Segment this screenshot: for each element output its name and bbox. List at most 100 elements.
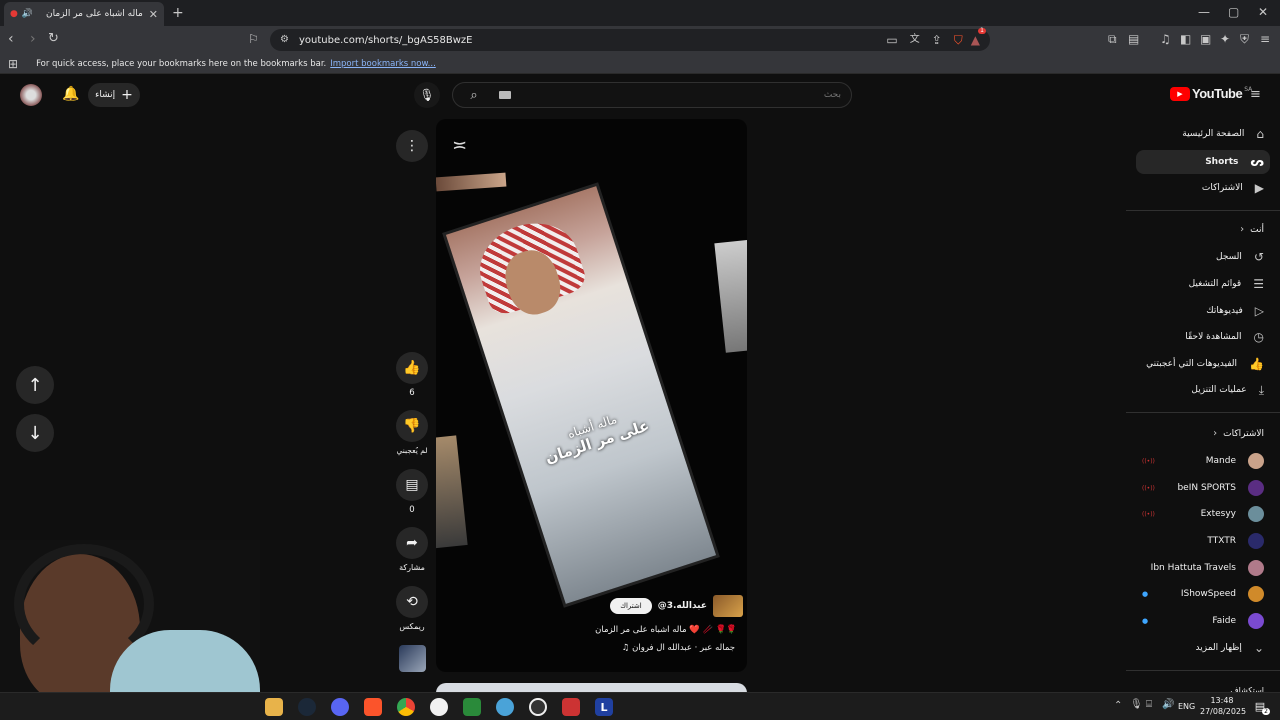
- search-box[interactable]: ⌕: [452, 82, 852, 108]
- sidebar-sub-label: Faide: [1212, 616, 1236, 626]
- more-options-button[interactable]: ⋮: [396, 130, 428, 162]
- new-tab-icon[interactable]: +: [172, 6, 184, 20]
- network-icon[interactable]: ⌸: [1146, 700, 1152, 710]
- shorts-player[interactable]: ≍ ماله أشباه على مر الزمان اشتراك @عبدال…: [436, 119, 747, 672]
- sound-thumbnail[interactable]: [399, 645, 426, 672]
- taskbar-app-obs[interactable]: [529, 698, 547, 716]
- apps-grid-icon[interactable]: ⊞: [8, 58, 18, 70]
- previous-short-button[interactable]: ↑: [16, 366, 54, 404]
- sidebar-item-downloads[interactable]: عمليات التنزيل ⤓: [1191, 378, 1264, 402]
- more-options[interactable]: ⋮: [396, 130, 428, 162]
- leo-ai-icon[interactable]: ✦: [1220, 33, 1230, 45]
- notifications-icon[interactable]: 🔔: [62, 87, 79, 101]
- vpn-icon[interactable]: ⛨: [1240, 33, 1249, 45]
- sidebar-sub-ishowspeed[interactable]: ● IShowSpeed: [1142, 582, 1264, 606]
- remix-button[interactable]: ⟲: [396, 586, 428, 618]
- input-language[interactable]: ENG: [1178, 702, 1195, 711]
- sidebar-sub-mande[interactable]: ((•)) Mande: [1142, 449, 1264, 473]
- youtube-logo[interactable]: ▶ YouTube SA: [1170, 86, 1252, 101]
- site-info-icon[interactable]: ⚙: [280, 35, 289, 45]
- comments-button[interactable]: ▤: [396, 469, 428, 501]
- create-button[interactable]: إنشاء +: [88, 83, 140, 107]
- sidebar-sub-faide[interactable]: ● Faide: [1142, 609, 1264, 633]
- sidebar-item-label: الاشتراكات: [1201, 183, 1243, 193]
- sidebar-item-home[interactable]: الصفحة الرئيسية ⌂: [1182, 122, 1264, 146]
- audio-icon[interactable]: 🔊: [22, 9, 33, 19]
- extensions-icon[interactable]: ⧉: [1108, 33, 1117, 45]
- sidebar-sub-extesyy[interactable]: ((•)) Extesyy: [1142, 502, 1264, 526]
- sidebar-item-your-videos[interactable]: فيديوهاتك ▷: [1206, 299, 1264, 323]
- taskbar-app-media[interactable]: [562, 698, 580, 716]
- taskbar-app-steam[interactable]: [298, 698, 316, 716]
- taskbar-app-browser[interactable]: [496, 698, 514, 716]
- share-icon[interactable]: ⇪: [932, 34, 942, 46]
- sidebar-sub-ttxtr[interactable]: TTXTR: [1207, 529, 1264, 553]
- sidebar-item-history[interactable]: السجل ↺: [1216, 245, 1264, 269]
- reader-icon[interactable]: ▤: [1128, 33, 1139, 45]
- sidebar-toggle-icon[interactable]: ◧: [1180, 33, 1191, 45]
- notifications-button[interactable]: ▤ 2: [1250, 697, 1270, 715]
- back-icon[interactable]: ‹: [8, 32, 14, 46]
- short-title: ماله اشباه على مر الزمان ❤️ 🥢 🌹🌹: [595, 625, 737, 635]
- taskbar-clock[interactable]: 13:48 27/08/2025: [1200, 695, 1246, 717]
- translate-icon[interactable]: 文: [910, 35, 920, 45]
- sidebar-sub-label: IShowSpeed: [1180, 589, 1236, 599]
- close-window-icon[interactable]: ✕: [1258, 6, 1268, 18]
- taskbar-app-launcher[interactable]: L: [595, 698, 613, 716]
- microphone-tray-icon[interactable]: 🎙: [1130, 700, 1143, 710]
- sound-row[interactable]: ♫ جماله عبر · عبدالله ال فروان: [622, 643, 735, 653]
- sidebar-item-shorts[interactable]: Shorts ᔕ: [1205, 150, 1264, 174]
- arrow-down-icon: ↓: [27, 422, 43, 444]
- brave-rewards-icon[interactable]: ▲ 1: [971, 28, 986, 46]
- minimize-icon[interactable]: —: [1198, 6, 1210, 18]
- sidebar-item-subscriptions[interactable]: الاشتراكات ▶: [1202, 176, 1264, 200]
- sidebar-sub-bein-sports[interactable]: ((•)) beIN SPORTS: [1142, 476, 1264, 500]
- sidebar-sub-label: Ibn Hattuta Travels: [1150, 563, 1236, 573]
- close-tab-icon[interactable]: ✕: [149, 9, 158, 20]
- like-button[interactable]: 👍: [396, 352, 428, 384]
- subscribe-button[interactable]: اشتراك: [610, 598, 652, 614]
- taskbar-app-game[interactable]: [463, 698, 481, 716]
- sidebar-section-subscriptions[interactable]: › الاشتراكات: [1213, 422, 1264, 446]
- taskbar-app-discord[interactable]: [331, 698, 349, 716]
- restore-icon[interactable]: ▢: [1228, 6, 1239, 18]
- wallet-icon[interactable]: ▣: [1200, 33, 1211, 45]
- reload-icon[interactable]: ↻: [48, 32, 59, 45]
- search-input[interactable]: [511, 90, 851, 100]
- browser-tab[interactable]: ● 🔊 ماله اشباه على مر الزمان ✕: [4, 2, 164, 26]
- forward-icon[interactable]: ›: [30, 32, 36, 46]
- search-icon[interactable]: ⌕: [465, 89, 483, 102]
- bookmark-page-icon[interactable]: ⚐: [248, 33, 259, 45]
- sidebar-item-liked[interactable]: الفيديوهات التي أعجبتني 👍: [1146, 352, 1264, 376]
- music-icon[interactable]: ♫: [1160, 33, 1171, 45]
- sidebar-show-more[interactable]: إظهار المزيد ⌄: [1196, 636, 1264, 660]
- sidebar-item-watch-later[interactable]: المشاهدة لاحقًا ◷: [1185, 325, 1264, 349]
- account-avatar[interactable]: [20, 84, 42, 106]
- keyboard-icon[interactable]: [499, 91, 511, 99]
- import-bookmarks-link[interactable]: Import bookmarks now...: [330, 59, 436, 69]
- brave-shield-icon[interactable]: ⛉: [954, 34, 963, 46]
- taskbar-app-files[interactable]: [265, 698, 283, 716]
- address-bar[interactable]: ⚙ youtube.com/shorts/_bgAS58BwzE ▭ 文 ⇪ ⛉…: [270, 28, 990, 51]
- dislike-button[interactable]: 👎: [396, 410, 428, 442]
- volume-icon[interactable]: 🔊: [1162, 700, 1174, 710]
- taskbar-app-chrome[interactable]: [397, 698, 415, 716]
- sidebar-sub-ibn-hattuta[interactable]: Ibn Hattuta Travels: [1151, 556, 1264, 580]
- cast-icon[interactable]: ▭: [886, 34, 897, 46]
- sidebar-item-playlists[interactable]: قوائم التشغيل ☰: [1189, 272, 1264, 296]
- guide-sidebar: الصفحة الرئيسية ⌂ Shorts ᔕ الاشتراكات ▶ …: [1126, 118, 1280, 698]
- channel-avatar[interactable]: [713, 595, 743, 617]
- browser-toolbar: ‹ › ↻ ⚐ ⚙ youtube.com/shorts/_bgAS58BwzE…: [0, 26, 1280, 54]
- tray-chevron-up-icon[interactable]: ⌃: [1114, 701, 1122, 711]
- taskbar-app-github[interactable]: [430, 698, 448, 716]
- next-short-button[interactable]: ↓: [16, 414, 54, 452]
- voice-search-button[interactable]: 🎙: [414, 82, 440, 108]
- new-content-dot-icon: ●: [1142, 617, 1149, 625]
- menu-icon[interactable]: ≡: [1260, 33, 1270, 45]
- channel-handle[interactable]: @عبدالله.3: [658, 601, 707, 611]
- sidebar-section-you[interactable]: › أنت: [1240, 218, 1264, 242]
- guide-menu-icon[interactable]: ≡: [1250, 88, 1261, 101]
- share-button[interactable]: ➦: [396, 527, 428, 559]
- taskbar-app-brave[interactable]: [364, 698, 382, 716]
- channel-avatar: [1248, 613, 1264, 629]
